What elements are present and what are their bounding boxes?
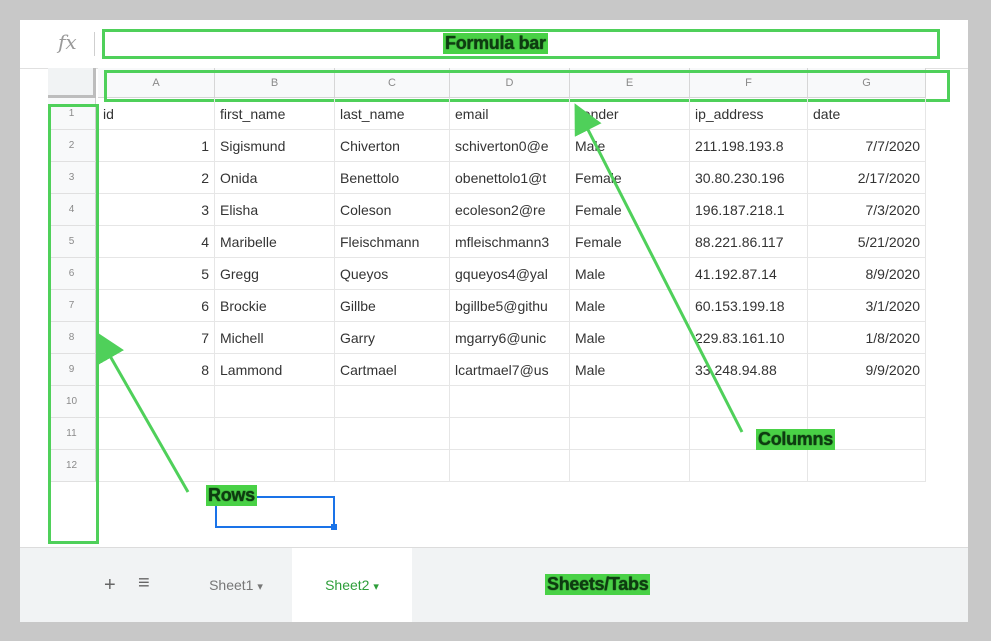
all-sheets-list-icon[interactable]: ≡ [138,572,150,595]
tab-sheet2[interactable]: Sheet2 ▾ [292,548,412,622]
tab-sheet1-label: Sheet1 [209,577,254,593]
chevron-down-icon: ▾ [373,581,379,593]
spreadsheet-window: fx Formula bar ABCDEFG id first_name last_… [20,20,968,622]
tab-sheet1[interactable]: Sheet1 ▾ [180,548,292,622]
tab-sheet2-label: Sheet2 [325,577,370,593]
annotation-columns: Columns [756,429,835,450]
chevron-down-icon: ▾ [257,581,263,593]
annotation-sheets-tabs: Sheets/Tabs [545,574,651,595]
columns-arrow [574,103,744,433]
add-sheet-button[interactable]: + [104,574,116,597]
annotation-arrows [96,103,744,620]
rows-arrow [96,331,190,493]
annotation-rows: Rows [206,485,257,506]
sheet-tab-bar: + ≡ Sheet1 ▾ Sheet2 ▾ Sheets/Tabs [20,547,968,622]
